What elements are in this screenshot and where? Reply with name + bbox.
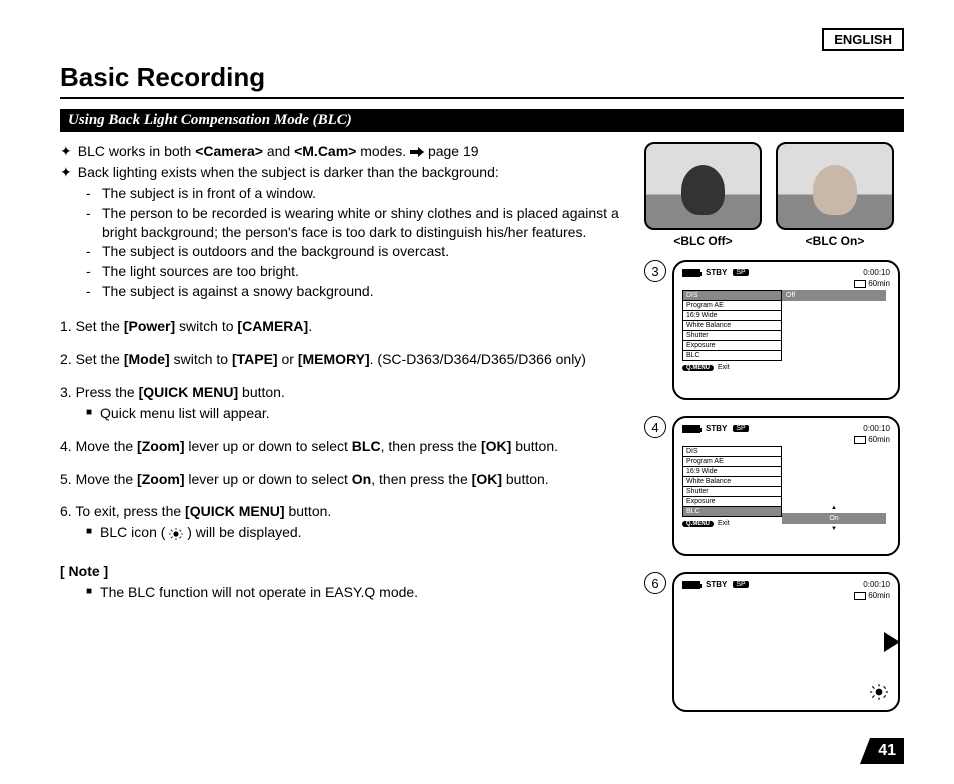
- dash-item: The subject is in front of a window.: [102, 184, 316, 203]
- battery-icon: [682, 581, 700, 589]
- osd-screen-4: STBY SP 0:00:10 60min DIS Program AE 16:…: [672, 416, 900, 556]
- status-stby: STBY: [706, 268, 727, 277]
- step-4: 4. Move the [Zoom] lever up or down to s…: [60, 437, 624, 456]
- menu-item: Exposure: [683, 341, 781, 351]
- sp-badge: SP: [733, 269, 748, 276]
- step-circle-4: 4: [644, 416, 666, 438]
- blc-icon: [169, 528, 183, 540]
- menu-item: White Balance: [683, 321, 781, 331]
- timecode: 0:00:10: [863, 268, 890, 277]
- caption-blc-off: <BLC Off>: [644, 234, 762, 248]
- square-bullet-icon: ■: [86, 404, 92, 422]
- menu-item: Program AE: [683, 457, 781, 467]
- menu-item: DIS: [683, 291, 781, 301]
- quick-menu-list: DIS Program AE 16:9 Wide White Balance S…: [682, 446, 782, 517]
- intro-line-2: Back lighting exists when the subject is…: [78, 163, 499, 182]
- value-bar-on: ▲ On ▼: [782, 513, 886, 524]
- menu-item: 16:9 Wide: [683, 467, 781, 477]
- tape-icon: [854, 592, 866, 600]
- qmenu-badge: Q.MENU: [682, 365, 714, 371]
- arrow-right-icon: [410, 147, 424, 157]
- step-3: 3. Press the [QUICK MENU] button. ■Quick…: [60, 383, 624, 423]
- square-bullet-icon: ■: [86, 523, 92, 541]
- square-bullet-icon: ■: [86, 583, 92, 601]
- figure-blc-off: [644, 142, 762, 230]
- remaining: 60min: [868, 591, 890, 600]
- menu-item: Exposure: [683, 497, 781, 507]
- quick-menu-list: DIS Program AE 16:9 Wide White Balance S…: [682, 290, 782, 361]
- caption-blc-on: <BLC On>: [776, 234, 894, 248]
- language-badge: ENGLISH: [822, 28, 904, 51]
- battery-icon: [682, 425, 700, 433]
- blc-icon: [870, 684, 888, 700]
- menu-item: BLC: [683, 507, 781, 516]
- intro-line-1: BLC works in both <Camera> and <M.Cam> m…: [78, 142, 479, 161]
- menu-item: BLC: [683, 351, 781, 360]
- qmenu-badge: Q.MENU: [682, 521, 714, 527]
- exit-label: Exit: [718, 520, 730, 527]
- battery-icon: [682, 269, 700, 277]
- play-triangle-icon: [884, 632, 900, 652]
- osd-screen-3: STBY SP 0:00:10 60min DIS Program AE 16:…: [672, 260, 900, 400]
- remaining: 60min: [868, 435, 890, 444]
- step-5: 5. Move the [Zoom] lever up or down to s…: [60, 470, 624, 489]
- step-circle-6: 6: [644, 572, 666, 594]
- menu-item: Program AE: [683, 301, 781, 311]
- section-header: Using Back Light Compensation Mode (BLC): [60, 109, 904, 132]
- dash-item: The subject is against a snowy backgroun…: [102, 282, 374, 301]
- step-circle-3: 3: [644, 260, 666, 282]
- bullet-icon: ✦: [60, 163, 72, 182]
- status-stby: STBY: [706, 424, 727, 433]
- body-text: ✦ BLC works in both <Camera> and <M.Cam>…: [60, 142, 624, 728]
- sp-badge: SP: [733, 581, 748, 588]
- step-6: 6. To exit, press the [QUICK MENU] butto…: [60, 502, 624, 542]
- tape-icon: [854, 280, 866, 288]
- status-stby: STBY: [706, 580, 727, 589]
- timecode: 0:00:10: [863, 424, 890, 433]
- step-1: 1. Set the [Power] switch to [CAMERA].: [60, 317, 624, 336]
- step-2: 2. Set the [Mode] switch to [TAPE] or [M…: [60, 350, 624, 369]
- bullet-icon: ✦: [60, 142, 72, 161]
- tape-icon: [854, 436, 866, 444]
- figure-blc-on: [776, 142, 894, 230]
- osd-screen-6: STBY SP 0:00:10 60min: [672, 572, 900, 712]
- sp-badge: SP: [733, 425, 748, 432]
- menu-item: DIS: [683, 447, 781, 457]
- value-bar-off: Off: [782, 290, 886, 301]
- dash-item: The subject is outdoors and the backgrou…: [102, 242, 449, 261]
- menu-item: Shutter: [683, 331, 781, 341]
- dash-item: The light sources are too bright.: [102, 262, 299, 281]
- figure-column: <BLC Off> <BLC On> 3 STBY SP 0:00:10 60m…: [644, 142, 904, 728]
- remaining: 60min: [868, 279, 890, 288]
- timecode: 0:00:10: [863, 580, 890, 589]
- menu-item: Shutter: [683, 487, 781, 497]
- menu-item: 16:9 Wide: [683, 311, 781, 321]
- page-number: 41: [870, 738, 904, 764]
- exit-label: Exit: [718, 364, 730, 371]
- note-header: [ Note ]: [60, 562, 624, 581]
- page-title: Basic Recording: [60, 62, 904, 99]
- note-text: The BLC function will not operate in EAS…: [100, 583, 418, 602]
- menu-item: White Balance: [683, 477, 781, 487]
- dash-item: The person to be recorded is wearing whi…: [102, 204, 624, 242]
